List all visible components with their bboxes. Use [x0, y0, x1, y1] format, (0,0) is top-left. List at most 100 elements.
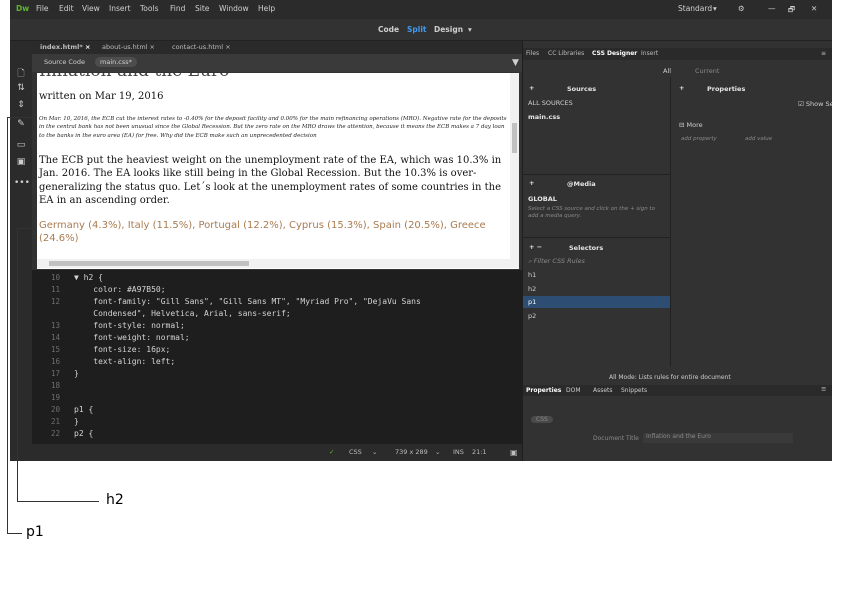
doc-title-field[interactable]: Inflation and the Euro	[643, 433, 793, 443]
selector-h1[interactable]: h1	[528, 271, 536, 279]
menu-icon[interactable]: ≡	[821, 50, 826, 57]
tab-cc-libraries[interactable]: CC Libraries	[548, 50, 584, 57]
css-button[interactable]: CSS	[531, 416, 553, 423]
tab-files[interactable]: Files	[526, 50, 539, 57]
code-line[interactable]: font-size: 16px;	[74, 345, 170, 354]
design-view-button[interactable]: Design	[434, 25, 463, 34]
chevron-down-icon[interactable]: ⌄	[435, 448, 440, 456]
tab-css-designer[interactable]: CSS Designer	[592, 50, 637, 57]
live-vertical-scrollbar[interactable]	[510, 73, 519, 259]
filter-icon[interactable]: ▼	[512, 58, 519, 68]
restore-icon[interactable]: 🗗	[788, 4, 795, 17]
tab-dom[interactable]: DOM	[566, 387, 581, 394]
menu-insert[interactable]: Insert	[109, 4, 131, 13]
chevron-down-icon[interactable]: ⌄	[372, 448, 377, 456]
code-line[interactable]: p1 {	[74, 405, 93, 414]
toggle-all[interactable]: All	[663, 67, 671, 75]
filter-placeholder: Filter CSS Rules	[533, 257, 585, 265]
code-view-button[interactable]: Code	[378, 25, 399, 34]
code-line[interactable]: ▼ h2 {	[74, 273, 103, 282]
code-line[interactable]: p2 {	[74, 429, 93, 438]
show-set-checkbox[interactable]: ☑ Show Set	[798, 100, 832, 108]
p1-leader-line	[7, 533, 22, 534]
menu-help[interactable]: Help	[258, 4, 275, 13]
menu-window[interactable]: Window	[219, 4, 249, 13]
check-icon: ✓	[329, 448, 335, 456]
language-select[interactable]: CSS	[349, 448, 362, 456]
tab-assets[interactable]: Assets	[593, 387, 613, 394]
menu-bar: Dw File Edit View Insert Tools Find Site…	[10, 0, 832, 19]
line-number: 21	[50, 417, 60, 426]
chevron-down-icon[interactable]: ▾	[468, 25, 472, 34]
media-global[interactable]: GLOBAL	[528, 195, 557, 203]
source-code-link[interactable]: Source Code	[44, 58, 85, 66]
line-number: 10	[50, 273, 60, 282]
workspace-switcher[interactable]: Standard	[678, 4, 712, 13]
code-line[interactable]: font-style: normal;	[74, 321, 185, 330]
menu-file[interactable]: File	[36, 4, 49, 13]
bottom-panel-tabs: Properties DOM Assets Snippets ≡	[523, 385, 832, 396]
p1-paragraph[interactable]: On Mar. 10, 2016, the ECB cut the intere…	[39, 115, 509, 140]
file-icon[interactable]: 🗋	[14, 66, 28, 82]
main-css-link[interactable]: main.css*	[95, 57, 137, 67]
add-source-button[interactable]: +	[529, 84, 534, 92]
tab-insert[interactable]: Insert	[641, 50, 658, 57]
add-media-button[interactable]: +	[529, 179, 534, 187]
add-value-field[interactable]: add value	[745, 136, 772, 142]
source-all[interactable]: ALL SOURCES	[528, 99, 573, 107]
selectors-heading: Selectors	[569, 244, 604, 252]
selector-p1[interactable]: p1	[528, 298, 536, 306]
brush-icon[interactable]: ✎	[14, 119, 28, 129]
code-line[interactable]: font-family: "Gill Sans", "Gill Sans MT"…	[74, 297, 421, 306]
source-main-css[interactable]: main.css	[528, 113, 560, 121]
code-line[interactable]: }	[74, 369, 79, 378]
tab-properties[interactable]: Properties	[526, 387, 561, 394]
minimize-icon[interactable]: —	[768, 4, 776, 13]
filter-rules-input[interactable]: ⌕ Filter CSS Rules	[528, 257, 585, 266]
written-date: written on Mar 19, 2016	[39, 91, 164, 102]
add-property-icon[interactable]: +	[679, 84, 684, 92]
close-icon[interactable]: ✕	[811, 4, 817, 13]
more-icon[interactable]: •••	[14, 178, 30, 188]
view-switcher: Code Split Design ▾	[10, 19, 832, 41]
tab-index[interactable]: index.html* ×	[40, 43, 90, 51]
menu-edit[interactable]: Edit	[59, 4, 74, 13]
menu-site[interactable]: Site	[195, 4, 209, 13]
preview-icon[interactable]: ▣	[510, 448, 518, 457]
selector-h2[interactable]: h2	[528, 285, 536, 293]
selector-p1-row[interactable]	[523, 296, 670, 308]
window-size[interactable]: 739 x 289	[395, 448, 428, 456]
comment-icon[interactable]: ▭	[14, 140, 28, 150]
line-number: 12	[50, 297, 60, 306]
code-line[interactable]: }	[74, 417, 79, 426]
tab-about-us[interactable]: about-us.html ×	[102, 43, 155, 51]
code-editor[interactable]: 10 ▼ h2 { 11 color: #A97B50; 12 font-family…	[32, 270, 522, 444]
menu-tools[interactable]: Tools	[140, 4, 158, 13]
h2-heading[interactable]: Germany (4.3%), Italy (11.5%), Portugal …	[39, 219, 511, 245]
tab-snippets[interactable]: Snippets	[621, 387, 647, 394]
sort-icon[interactable]: ⇅	[14, 83, 28, 93]
toggle-current[interactable]: Current	[695, 67, 719, 75]
selector-p2[interactable]: p2	[528, 312, 536, 320]
image-icon[interactable]: ▣	[14, 157, 28, 167]
add-selector-button[interactable]: + −	[529, 243, 542, 251]
gear-icon[interactable]: ⚙	[738, 4, 745, 13]
line-number: 11	[50, 285, 60, 294]
line-number: 17	[50, 369, 60, 378]
code-line[interactable]: Condensed", Helvetica, Arial, sans-serif…	[74, 309, 290, 318]
live-horizontal-scrollbar[interactable]	[37, 259, 519, 268]
add-property-field[interactable]: add property	[681, 136, 717, 142]
status-bar: ✓ CSS ⌄ 739 x 289 ⌄ INS 21:1 ▣	[32, 444, 522, 461]
menu-icon[interactable]: ≡	[821, 385, 826, 393]
menu-find[interactable]: Find	[170, 4, 185, 13]
expand-icon[interactable]: ⇕	[14, 100, 28, 110]
code-line[interactable]: color: #A97B50;	[74, 285, 165, 294]
h2-leader-line	[17, 228, 18, 501]
code-line[interactable]: font-weight: normal;	[74, 333, 189, 342]
tab-contact-us[interactable]: contact-us.html ×	[172, 43, 231, 51]
more-section[interactable]: ⊟ More	[679, 121, 703, 129]
split-view-button[interactable]: Split	[407, 25, 427, 34]
code-line[interactable]: text-align: left;	[74, 357, 175, 366]
chevron-down-icon[interactable]: ▾	[713, 4, 717, 13]
menu-view[interactable]: View	[82, 4, 100, 13]
